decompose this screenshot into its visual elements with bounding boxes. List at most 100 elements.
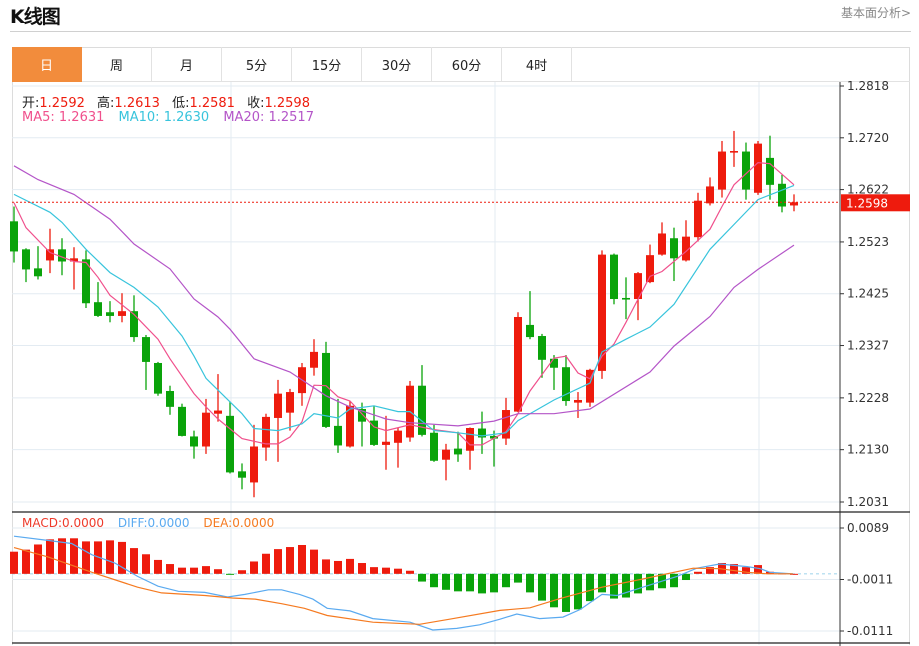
price-tick-label: 1.2818 <box>847 79 889 93</box>
macd-bar <box>526 573 534 593</box>
ma20-line <box>13 165 795 427</box>
candle-body <box>442 449 450 460</box>
dea-value: DEA:0.0000 <box>203 516 275 530</box>
candle-body <box>226 415 234 473</box>
macd-bar <box>190 567 198 574</box>
macd-bar <box>346 558 354 574</box>
candle-body <box>34 268 42 277</box>
candle-body <box>526 324 534 338</box>
macd-bar <box>202 566 210 574</box>
macd-bar <box>502 573 510 588</box>
macd-bar <box>34 544 42 574</box>
candle <box>562 355 570 406</box>
macd-bar <box>454 573 462 592</box>
candle <box>22 248 30 283</box>
macd-bar <box>298 544 306 574</box>
candle-body <box>310 351 318 368</box>
macd-bar <box>322 559 330 574</box>
candle <box>154 361 162 396</box>
candle <box>310 339 318 376</box>
candle <box>250 424 258 498</box>
candle <box>382 415 390 470</box>
macd-value: MACD:0.0000 <box>22 516 105 530</box>
candle <box>526 291 534 340</box>
macd-bar <box>10 551 18 574</box>
macd-bar <box>394 568 402 574</box>
candle-body <box>274 393 282 418</box>
low-value: 1.2581 <box>189 96 235 111</box>
candle-body <box>154 362 162 394</box>
candle <box>130 295 138 342</box>
candle-body <box>502 410 510 439</box>
macd-readout: MACD:0.0000 DIFF:0.0000 DEA:0.0000 <box>22 516 274 530</box>
candle-body <box>22 249 30 270</box>
candle-body <box>694 200 702 238</box>
candle <box>790 194 798 212</box>
ma20-value: MA20: 1.2517 <box>223 110 314 125</box>
candle <box>550 355 558 390</box>
macd-bar <box>58 538 66 574</box>
candle <box>82 250 90 309</box>
candle <box>610 253 618 305</box>
macd-bar <box>550 573 558 608</box>
price-tick-label: 1.2130 <box>847 443 889 457</box>
macd-bar <box>382 567 390 574</box>
macd-bar <box>310 549 318 574</box>
candle-body <box>334 425 342 446</box>
candle <box>238 463 246 490</box>
candle-body <box>514 316 522 412</box>
candle <box>694 192 702 242</box>
candle <box>286 388 294 431</box>
candle-body <box>550 358 558 368</box>
candle-body <box>118 311 126 316</box>
high-label: 高: <box>97 96 115 111</box>
ma5-line <box>13 161 795 446</box>
macd-bar <box>406 570 414 574</box>
diff-value: DIFF:0.0000 <box>117 516 190 530</box>
candle <box>514 312 522 413</box>
candle-body <box>106 312 114 316</box>
macd-bar <box>286 547 294 574</box>
macd-bar <box>370 567 378 574</box>
ma5-value: MA5: 1.2631 <box>22 110 105 125</box>
candle <box>778 174 786 213</box>
macd-bar <box>358 563 366 574</box>
candle-body <box>730 151 738 153</box>
macd-bar <box>538 573 546 601</box>
last-price-label: 1.2598 <box>846 196 888 210</box>
candle-body <box>454 448 462 455</box>
macd-bar <box>514 573 522 583</box>
macd-bar <box>154 559 162 574</box>
macd-bar <box>478 573 486 594</box>
candle-body <box>646 255 654 283</box>
candle <box>730 130 738 167</box>
macd-bar <box>250 561 258 574</box>
macd-bar <box>106 540 114 574</box>
macd-bar <box>430 573 438 588</box>
candle-body <box>142 337 150 362</box>
close-value: 1.2598 <box>264 96 310 111</box>
price-tick-label: 1.2228 <box>847 391 889 405</box>
candle <box>106 301 114 323</box>
macd-tick-label: -0.0111 <box>847 624 893 638</box>
macd-bar <box>214 569 222 574</box>
macd-bar <box>586 573 594 602</box>
price-tick-label: 1.2327 <box>847 339 889 353</box>
candle-body <box>202 412 210 447</box>
candle <box>46 228 54 274</box>
candle <box>682 220 690 262</box>
macd-bar <box>562 573 570 612</box>
candle-body <box>46 249 54 261</box>
candle-body <box>190 436 198 447</box>
candle <box>94 282 102 317</box>
candle-body <box>382 441 390 445</box>
candle-body <box>214 410 222 414</box>
candle <box>394 427 402 468</box>
candle <box>418 365 426 437</box>
candle <box>502 397 510 445</box>
candle <box>658 222 666 256</box>
macd-bar <box>574 573 582 610</box>
candle-body <box>766 157 774 185</box>
high-value: 1.2613 <box>114 96 160 111</box>
candle-body <box>430 432 438 461</box>
